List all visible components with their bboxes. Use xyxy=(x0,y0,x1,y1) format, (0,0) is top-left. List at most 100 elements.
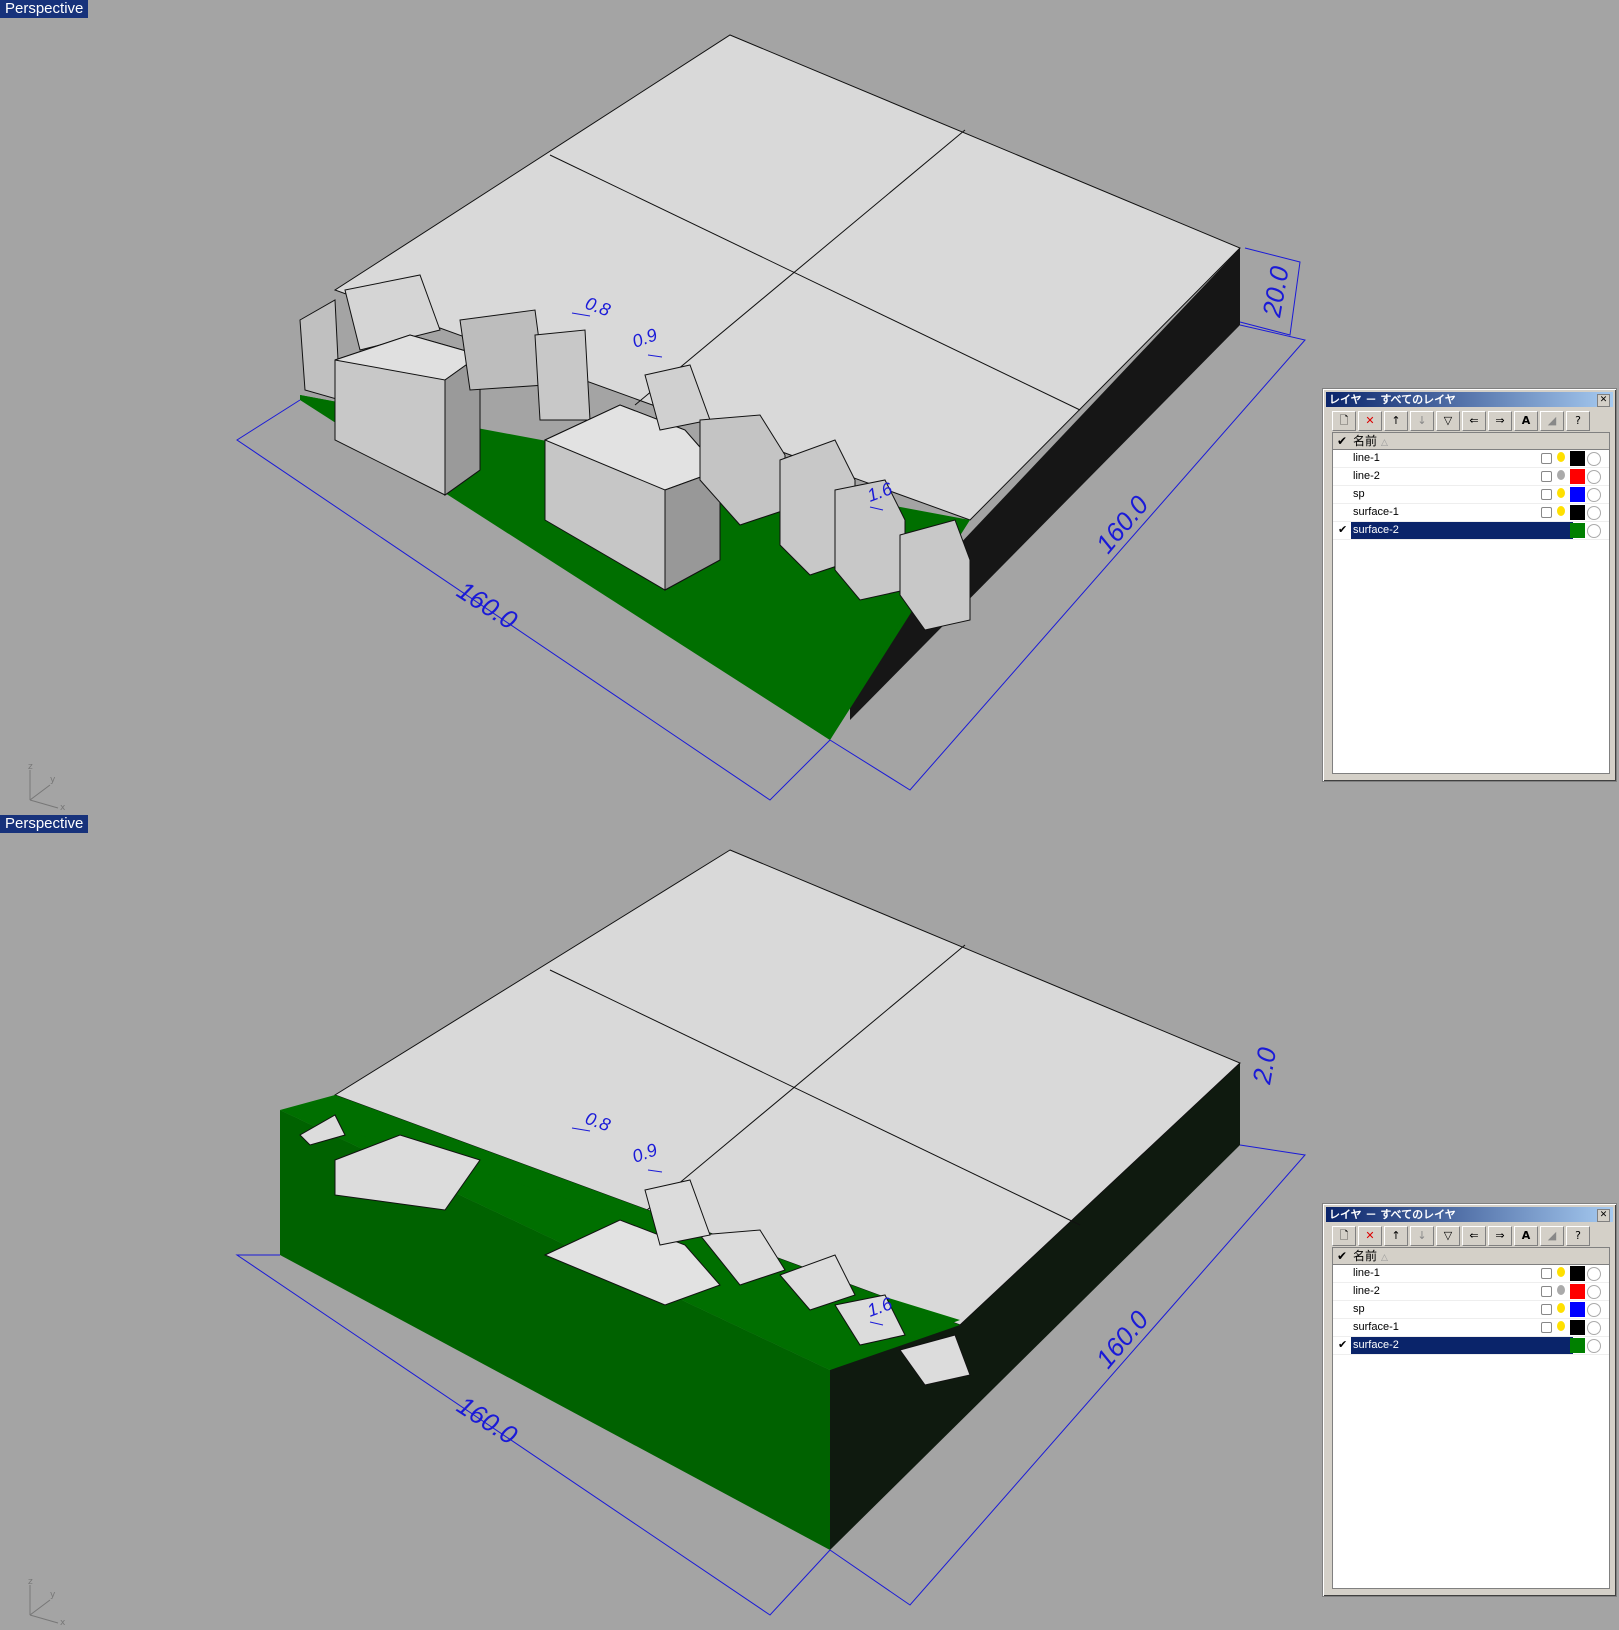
export-icon[interactable]: ⇒ xyxy=(1488,1226,1512,1246)
text-icon[interactable]: A xyxy=(1514,411,1538,431)
bulb-off-icon[interactable] xyxy=(1557,470,1565,480)
svg-text:y: y xyxy=(50,1590,56,1600)
current-layer-check[interactable]: ✔ xyxy=(1338,522,1350,539)
layer-name[interactable]: surface-2 xyxy=(1351,522,1573,539)
layer-name[interactable]: line-1 xyxy=(1351,1265,1573,1282)
layer-color-swatch[interactable] xyxy=(1570,469,1585,484)
layer-row[interactable]: line-2 xyxy=(1333,1283,1609,1301)
layer-name[interactable]: line-2 xyxy=(1351,1283,1573,1300)
bulb-on-icon[interactable] xyxy=(1557,1267,1565,1277)
bulb-off-icon[interactable] xyxy=(1557,1285,1565,1295)
layer-row[interactable]: line-1 xyxy=(1333,1265,1609,1283)
new-layer-icon[interactable]: 🗋 xyxy=(1332,1226,1356,1246)
layer-name[interactable]: sp xyxy=(1351,1301,1573,1318)
lock-icon[interactable] xyxy=(1541,1268,1552,1279)
help-icon[interactable]: ? xyxy=(1566,411,1590,431)
help-icon[interactable]: ? xyxy=(1566,1226,1590,1246)
delete-layer-icon[interactable]: ✕ xyxy=(1358,1226,1382,1246)
dimension-height: 2.0 xyxy=(1246,1045,1282,1087)
layer-color-swatch[interactable] xyxy=(1570,1338,1585,1353)
material-icon[interactable] xyxy=(1587,470,1601,484)
delete-layer-icon[interactable]: ✕ xyxy=(1358,411,1382,431)
layer-color-swatch[interactable] xyxy=(1570,1302,1585,1317)
layer-color-swatch[interactable] xyxy=(1570,487,1585,502)
layer-row[interactable]: sp xyxy=(1333,1301,1609,1319)
layer-row[interactable]: line-2 xyxy=(1333,468,1609,486)
import-icon[interactable]: ⇐ xyxy=(1462,1226,1486,1246)
layer-color-swatch[interactable] xyxy=(1570,1284,1585,1299)
material-icon[interactable] xyxy=(1587,1321,1601,1335)
layer-name[interactable]: line-2 xyxy=(1351,468,1573,485)
layer-row[interactable]: sp xyxy=(1333,486,1609,504)
layer-list[interactable]: ✔ 名前 △ line-1 line-2 sp surface-1 ✔ surf… xyxy=(1332,432,1610,774)
current-layer-check[interactable]: ✔ xyxy=(1338,1337,1350,1354)
filter-icon[interactable]: ▽ xyxy=(1436,411,1460,431)
layer-color-swatch[interactable] xyxy=(1570,505,1585,520)
new-layer-icon[interactable]: 🗋 xyxy=(1332,411,1356,431)
bulb-on-icon[interactable] xyxy=(1557,488,1565,498)
dimension-front: 160.0 xyxy=(452,1390,523,1451)
layer-panel[interactable]: レイヤ － すべてのレイヤ ✕ 🗋 ✕ ↑ ↓ ▽ ⇐ ⇒ A ◢ ? ✔ 名前… xyxy=(1322,1203,1617,1597)
name-column-header[interactable]: 名前 xyxy=(1353,434,1377,448)
move-down-icon[interactable]: ↓ xyxy=(1410,411,1434,431)
lock-icon[interactable] xyxy=(1541,507,1552,518)
name-column-header[interactable]: 名前 xyxy=(1353,1249,1377,1263)
export-icon[interactable]: ⇒ xyxy=(1488,411,1512,431)
layer-name[interactable]: sp xyxy=(1351,486,1573,503)
bulb-on-icon[interactable] xyxy=(1557,452,1565,462)
filter-icon[interactable]: ▽ xyxy=(1436,1226,1460,1246)
layer-color-swatch[interactable] xyxy=(1570,523,1585,538)
svg-text:z: z xyxy=(28,762,33,772)
move-up-icon[interactable]: ↑ xyxy=(1384,1226,1408,1246)
layer-color-swatch[interactable] xyxy=(1570,451,1585,466)
layer-row[interactable]: ✔ surface-2 xyxy=(1333,522,1609,540)
move-up-icon[interactable]: ↑ xyxy=(1384,411,1408,431)
bulb-on-icon[interactable] xyxy=(1557,1303,1565,1313)
lock-icon[interactable] xyxy=(1541,1304,1552,1315)
material-icon[interactable] xyxy=(1587,524,1601,538)
layer-row[interactable]: line-1 xyxy=(1333,450,1609,468)
layer-name[interactable]: surface-1 xyxy=(1351,504,1573,521)
axis-icon: z y x xyxy=(28,762,66,810)
lock-icon[interactable] xyxy=(1541,1322,1552,1333)
material-icon[interactable] xyxy=(1587,452,1601,466)
layer-name[interactable]: surface-2 xyxy=(1351,1337,1573,1354)
layer-row[interactable]: surface-1 xyxy=(1333,504,1609,522)
material-icon[interactable] xyxy=(1587,488,1601,502)
lock-icon[interactable] xyxy=(1541,489,1552,500)
lock-icon[interactable] xyxy=(1541,453,1552,464)
material-icon[interactable] xyxy=(1587,1285,1601,1299)
tool-icon[interactable]: ◢ xyxy=(1540,411,1564,431)
layer-toolbar: 🗋 ✕ ↑ ↓ ▽ ⇐ ⇒ A ◢ ? xyxy=(1332,411,1608,431)
dimension-height: 20.0 xyxy=(1256,263,1295,320)
close-icon[interactable]: ✕ xyxy=(1597,394,1610,407)
svg-text:z: z xyxy=(28,1577,33,1587)
material-icon[interactable] xyxy=(1587,1267,1601,1281)
layer-row[interactable]: ✔ surface-2 xyxy=(1333,1337,1609,1355)
layer-color-swatch[interactable] xyxy=(1570,1266,1585,1281)
layer-panel[interactable]: レイヤ － すべてのレイヤ ✕ 🗋 ✕ ↑ ↓ ▽ ⇐ ⇒ A ◢ ? ✔ 名前… xyxy=(1322,388,1617,782)
material-icon[interactable] xyxy=(1587,506,1601,520)
layer-name[interactable]: surface-1 xyxy=(1351,1319,1573,1336)
lock-icon[interactable] xyxy=(1541,1286,1552,1297)
layer-list[interactable]: ✔ 名前 △ line-1 line-2 sp surface-1 ✔ surf… xyxy=(1332,1247,1610,1589)
svg-text:x: x xyxy=(60,803,66,810)
svg-text:y: y xyxy=(50,775,56,785)
layer-name[interactable]: line-1 xyxy=(1351,450,1573,467)
material-icon[interactable] xyxy=(1587,1339,1601,1353)
layer-row[interactable]: surface-1 xyxy=(1333,1319,1609,1337)
material-icon[interactable] xyxy=(1587,1303,1601,1317)
import-icon[interactable]: ⇐ xyxy=(1462,411,1486,431)
lock-icon[interactable] xyxy=(1541,471,1552,482)
layer-list-header[interactable]: ✔ 名前 △ xyxy=(1333,433,1609,450)
close-icon[interactable]: ✕ xyxy=(1597,1209,1610,1222)
sort-icon: △ xyxy=(1381,1253,1388,1263)
move-down-icon[interactable]: ↓ xyxy=(1410,1226,1434,1246)
text-icon[interactable]: A xyxy=(1514,1226,1538,1246)
layer-color-swatch[interactable] xyxy=(1570,1320,1585,1335)
svg-text:x: x xyxy=(60,1618,66,1625)
layer-list-header[interactable]: ✔ 名前 △ xyxy=(1333,1248,1609,1265)
bulb-on-icon[interactable] xyxy=(1557,506,1565,516)
tool-icon[interactable]: ◢ xyxy=(1540,1226,1564,1246)
bulb-on-icon[interactable] xyxy=(1557,1321,1565,1331)
